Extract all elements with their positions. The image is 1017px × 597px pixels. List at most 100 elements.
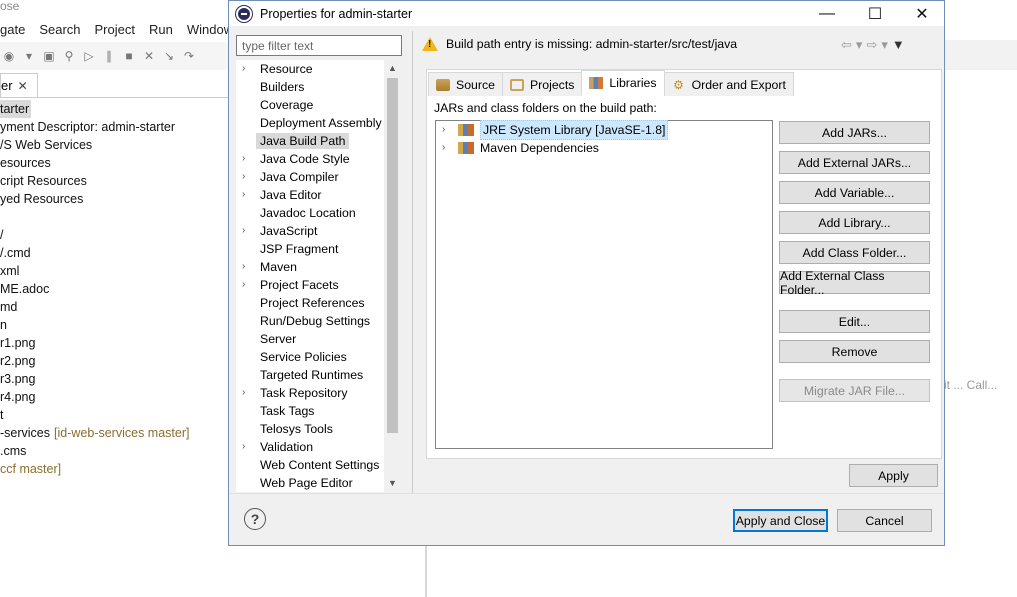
bg-tree-item[interactable]: r2.png: [0, 352, 230, 370]
bg-menu-item[interactable]: Window: [187, 22, 233, 37]
suspend-icon[interactable]: ∥: [102, 49, 116, 63]
add-external-class-folder-button[interactable]: Add External Class Folder...: [779, 269, 930, 297]
nav-item[interactable]: › JavaScript: [236, 222, 401, 240]
bg-tree-item[interactable]: r4.png: [0, 388, 230, 406]
bg-tree-item[interactable]: ccf master]: [0, 460, 230, 478]
scroll-thumb[interactable]: [387, 78, 398, 433]
add-jars-button[interactable]: Add JARs...: [779, 121, 930, 144]
nav-item[interactable]: Builders: [236, 78, 401, 96]
step-over-icon[interactable]: ↷: [182, 49, 196, 63]
nav-item[interactable]: › Resource: [236, 60, 401, 78]
nav-item[interactable]: › Validation: [236, 438, 401, 456]
bg-tree-item[interactable]: md: [0, 298, 230, 316]
expand-chevron-icon[interactable]: ›: [242, 168, 245, 186]
dropdown-icon[interactable]: ▾: [22, 49, 36, 63]
expand-chevron-icon[interactable]: ›: [242, 150, 245, 168]
bg-tree-item[interactable]: yment Descriptor: admin-starter: [0, 118, 230, 136]
nav-item[interactable]: Coverage: [236, 96, 401, 114]
view-menu-icon[interactable]: ▼: [892, 37, 905, 53]
nav-item[interactable]: › Java Compiler: [236, 168, 401, 186]
nav-item[interactable]: Targeted Runtimes: [236, 366, 401, 384]
help-icon[interactable]: ?: [244, 508, 266, 530]
filter-input[interactable]: [236, 35, 402, 56]
forward-menu-icon[interactable]: ▾: [881, 37, 888, 53]
nav-item[interactable]: Run/Debug Settings: [236, 312, 401, 330]
expand-chevron-icon[interactable]: ›: [442, 121, 445, 139]
close-icon[interactable]: ✕: [18, 79, 28, 93]
bg-tree-item[interactable]: [0, 208, 230, 226]
bg-tree-item[interactable]: n: [0, 316, 230, 334]
bg-tree-item[interactable]: esources: [0, 154, 230, 172]
bg-tree-item[interactable]: .cms: [0, 442, 230, 460]
apply-button[interactable]: Apply: [849, 464, 938, 487]
pin-icon[interactable]: ⚲: [62, 49, 76, 63]
expand-chevron-icon[interactable]: ›: [242, 222, 245, 240]
expand-chevron-icon[interactable]: ›: [242, 186, 245, 204]
bg-menu-item[interactable]: Search: [39, 22, 80, 37]
bg-tree-item[interactable]: r1.png: [0, 334, 230, 352]
close-button[interactable]: ✕: [899, 1, 945, 26]
nav-item[interactable]: Web Content Settings: [236, 456, 401, 474]
disconnect-icon[interactable]: ✕: [142, 49, 156, 63]
bg-tree-item[interactable]: xml: [0, 262, 230, 280]
dialog-titlebar[interactable]: Properties for admin-starter — ☐ ✕: [229, 1, 944, 26]
bg-tree-item[interactable]: /.cmd: [0, 244, 230, 262]
bg-tree-item[interactable]: -services [id-web-services master]: [0, 424, 230, 442]
bg-menu-item[interactable]: gate: [0, 22, 25, 37]
bg-tree-item[interactable]: yed Resources: [0, 190, 230, 208]
console-icon[interactable]: ▣: [42, 49, 56, 63]
nav-item[interactable]: Telosys Tools: [236, 420, 401, 438]
bg-tree-item[interactable]: cript Resources: [0, 172, 230, 190]
expand-chevron-icon[interactable]: ›: [242, 438, 245, 456]
nav-item[interactable]: Web Page Editor: [236, 474, 401, 492]
nav-item[interactable]: JSP Fragment: [236, 240, 401, 258]
tab-source[interactable]: Source: [428, 72, 503, 96]
library-item-jre[interactable]: › JRE System Library [JavaSE-1.8]: [436, 120, 772, 140]
minimize-button[interactable]: —: [804, 1, 850, 26]
expand-chevron-icon[interactable]: ›: [242, 258, 245, 276]
back-menu-icon[interactable]: ▾: [856, 37, 863, 53]
tab-order-export[interactable]: ⚙ Order and Export: [663, 72, 794, 96]
bg-tree-item[interactable]: ME.adoc: [0, 280, 230, 298]
back-icon[interactable]: ⇦: [841, 37, 852, 53]
nav-item[interactable]: › Maven: [236, 258, 401, 276]
add-class-folder-button[interactable]: Add Class Folder...: [779, 241, 930, 264]
cancel-button[interactable]: Cancel: [837, 509, 932, 532]
maximize-button[interactable]: ☐: [852, 1, 898, 26]
remove-button[interactable]: Remove: [779, 340, 930, 363]
expand-chevron-icon[interactable]: ›: [442, 139, 445, 157]
nav-item[interactable]: Project References: [236, 294, 401, 312]
scroll-up-icon[interactable]: ▲: [384, 60, 401, 77]
bg-view-tab[interactable]: er ✕: [0, 73, 38, 97]
nav-item[interactable]: Task Tags: [236, 402, 401, 420]
tab-libraries[interactable]: Libraries: [581, 70, 665, 95]
add-external-jars-button[interactable]: Add External JARs...: [779, 151, 930, 174]
bg-tree-item[interactable]: tarter: [0, 100, 32, 118]
add-variable-button[interactable]: Add Variable...: [779, 181, 930, 204]
resume-icon[interactable]: ▷: [82, 49, 96, 63]
apply-and-close-button[interactable]: Apply and Close: [733, 509, 828, 532]
expand-chevron-icon[interactable]: ›: [242, 384, 245, 402]
terminate-icon[interactable]: ■: [122, 49, 136, 63]
scroll-down-icon[interactable]: ▼: [384, 475, 401, 492]
tab-projects[interactable]: Projects: [501, 72, 583, 96]
bg-tree-item[interactable]: /S Web Services: [0, 136, 230, 154]
bg-tree-item[interactable]: /: [0, 226, 230, 244]
step-into-icon[interactable]: ↘: [162, 49, 176, 63]
edit-button[interactable]: Edit...: [779, 310, 930, 333]
nav-scrollbar[interactable]: ▲ ▼: [384, 60, 401, 492]
nav-item[interactable]: › Task Repository: [236, 384, 401, 402]
nav-item[interactable]: Deployment Assembly: [236, 114, 401, 132]
bg-menu-item[interactable]: Project: [95, 22, 135, 37]
bg-tree-item[interactable]: r3.png: [0, 370, 230, 388]
bg-right-tab[interactable]: it ... Call...: [944, 372, 1017, 398]
forward-icon[interactable]: ⇨: [866, 37, 877, 53]
add-library-button[interactable]: Add Library...: [779, 211, 930, 234]
nav-item[interactable]: › Java Code Style: [236, 150, 401, 168]
profile-icon[interactable]: ◉: [2, 49, 16, 63]
library-item-maven[interactable]: › Maven Dependencies: [436, 139, 772, 157]
bg-menu-item[interactable]: Run: [149, 22, 173, 37]
bg-tree-item[interactable]: t: [0, 406, 230, 424]
nav-item[interactable]: › Project Facets: [236, 276, 401, 294]
expand-chevron-icon[interactable]: ›: [242, 60, 245, 78]
